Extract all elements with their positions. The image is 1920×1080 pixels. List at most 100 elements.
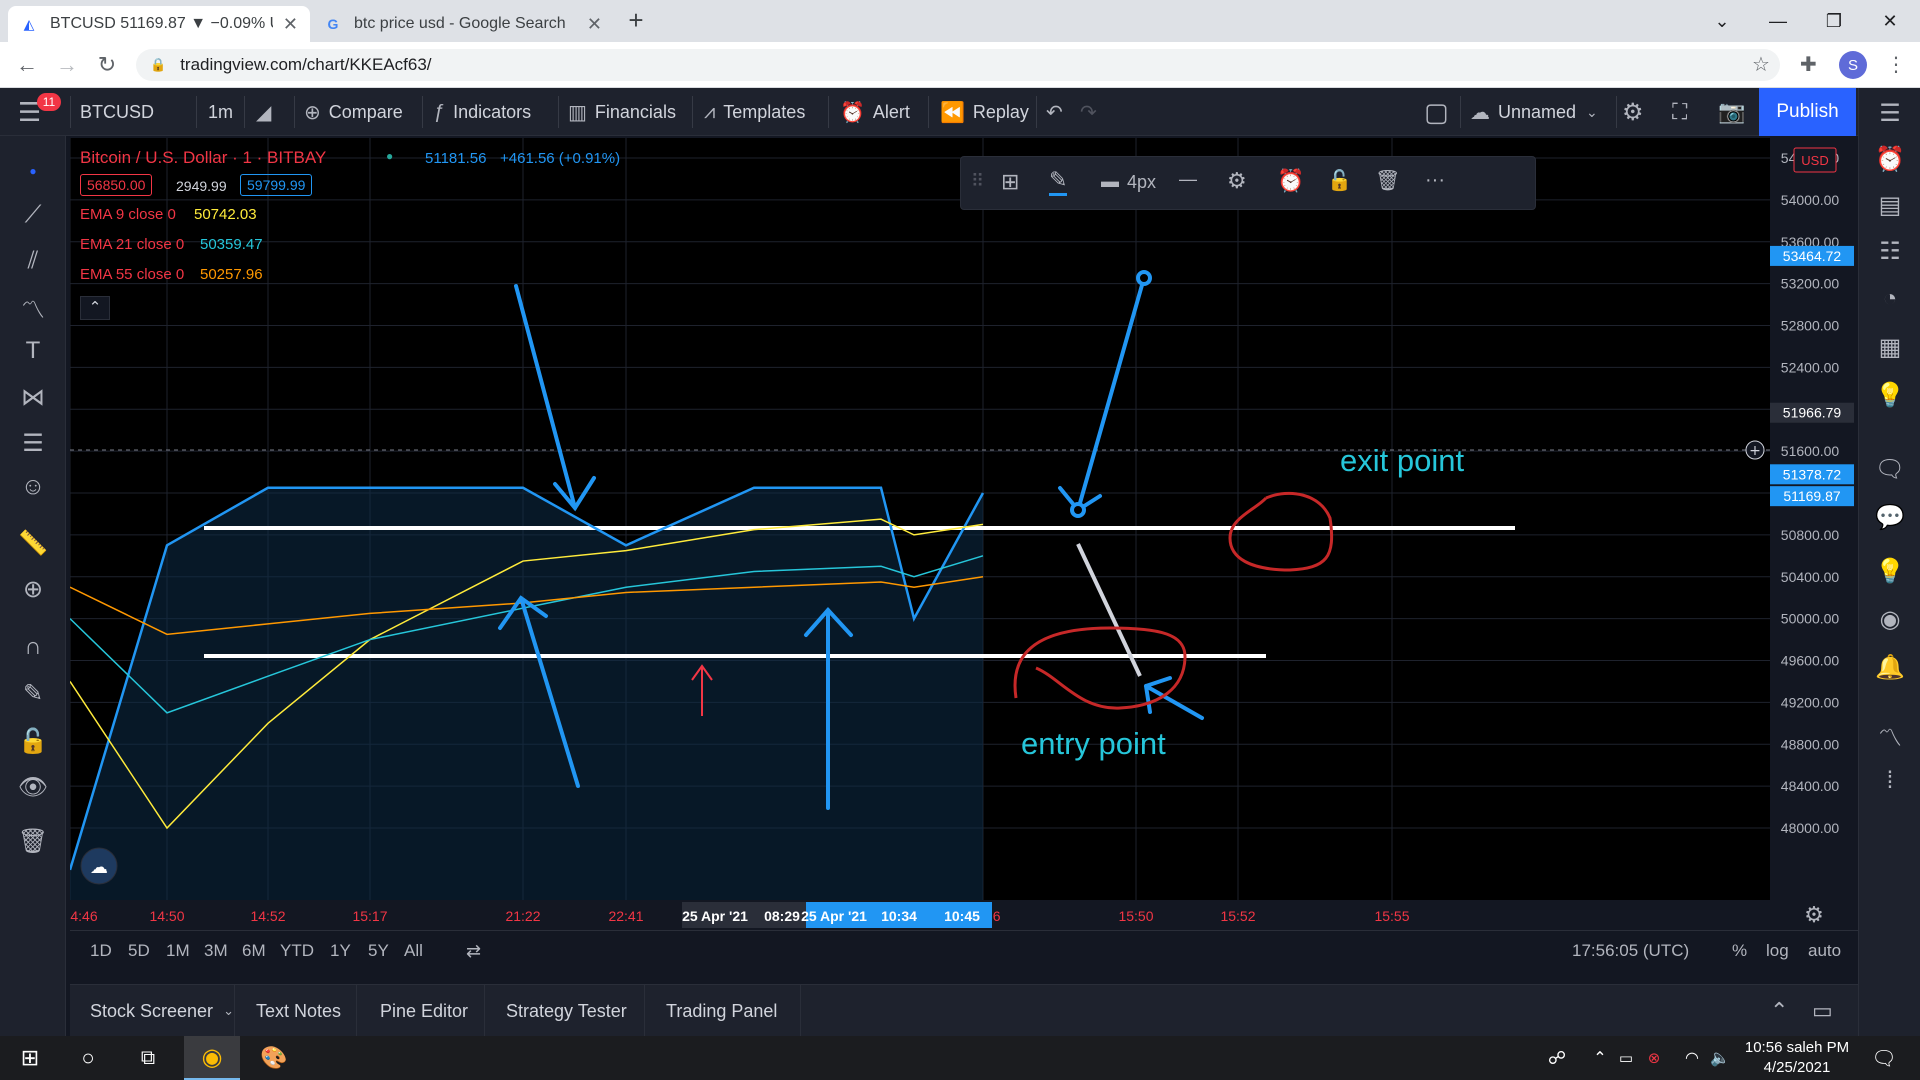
minimize-button[interactable]: —	[1750, 0, 1806, 42]
layout-select-button[interactable]: ▢	[1424, 88, 1457, 136]
new-tab-button[interactable]: +	[622, 5, 650, 35]
news-icon[interactable]: ☷	[1873, 234, 1907, 268]
tab-strategy-tester[interactable]: Strategy Tester	[506, 985, 627, 1037]
collapse-panel-icon[interactable]: ⌃	[1770, 985, 1788, 1037]
trash-icon[interactable]: 🗑	[18, 826, 48, 856]
chart-style-button[interactable]: ◢	[256, 88, 279, 136]
bookmark-star-icon[interactable]: ☆	[1752, 52, 1770, 77]
lock-drawing-icon[interactable]: ✎	[18, 678, 48, 708]
bid-price[interactable]: 56850.00	[80, 174, 153, 196]
text-tool-icon[interactable]: T	[18, 336, 48, 366]
indicators-button[interactable]: ƒ Indicators	[434, 88, 531, 136]
drawing-handle[interactable]	[1070, 502, 1086, 518]
templates-button[interactable]: ⩘ Templates	[704, 88, 805, 136]
add-alert-icon[interactable]: ⏰	[1277, 168, 1304, 194]
fullscreen-button[interactable]: ⛶	[1672, 88, 1695, 136]
ema21-label[interactable]: EMA 21 close 0	[80, 236, 184, 253]
symbol-search-button[interactable]: BTCUSD	[80, 88, 154, 136]
tab-pine-editor[interactable]: Pine Editor	[380, 985, 468, 1037]
interval-button[interactable]: 1m	[208, 88, 233, 136]
forward-button[interactable]: →	[52, 50, 82, 80]
close-icon[interactable]: ✕	[587, 14, 602, 35]
prediction-icon[interactable]: ⋈	[18, 382, 48, 412]
hotlist-icon[interactable]: ◔	[1873, 282, 1907, 316]
streams-icon[interactable]: 💡	[1873, 554, 1907, 588]
tab-search-icon[interactable]: ⌄	[1694, 0, 1750, 42]
chart-settings-button[interactable]: ⚙	[1622, 88, 1652, 136]
range-5d[interactable]: 5D	[128, 941, 150, 961]
emoji-icon[interactable]: ☺	[18, 472, 48, 502]
range-1y[interactable]: 1Y	[330, 941, 351, 961]
range-3m[interactable]: 3M	[204, 941, 228, 961]
gear-icon[interactable]: ⚙	[1227, 168, 1247, 194]
ema9-label[interactable]: EMA 9 close 0	[80, 206, 176, 223]
security-icon[interactable]: ⊗	[1642, 1036, 1666, 1080]
broadcast-icon[interactable]: ◉	[1873, 602, 1907, 636]
line-width-label[interactable]: 4px	[1127, 172, 1156, 193]
chart-pane[interactable]: exit point entry point 54400.0054000.005…	[68, 138, 1858, 930]
tab-stock-screener[interactable]: Stock Screener ⌄	[90, 985, 234, 1037]
alert-button[interactable]: ⏰ Alert	[840, 88, 910, 136]
fib-tool-icon[interactable]: ⫽	[18, 246, 48, 276]
more-grid-icon[interactable]: ⁞	[1873, 764, 1907, 798]
volume-icon[interactable]: 🔈	[1708, 1036, 1732, 1080]
range-1m[interactable]: 1M	[166, 941, 190, 961]
range-1d[interactable]: 1D	[90, 941, 112, 961]
browser-menu-icon[interactable]: ⋮	[1886, 52, 1906, 77]
collapse-legend-button[interactable]: ⌃	[80, 296, 110, 320]
snapshot-button[interactable]: 📷	[1718, 88, 1753, 136]
ema55-label[interactable]: EMA 55 close 0	[80, 266, 184, 283]
drag-handle-icon[interactable]: ⠿	[971, 171, 984, 192]
range-ytd[interactable]: YTD	[280, 941, 314, 961]
message-icon[interactable]: 💬	[1873, 500, 1907, 534]
extensions-icon[interactable]: ✚	[1800, 52, 1817, 77]
tray-chevron-icon[interactable]: ⌃	[1588, 1036, 1612, 1080]
entry-point-label[interactable]: entry point	[1021, 726, 1166, 761]
window-close-button[interactable]: ✕	[1862, 0, 1918, 42]
close-icon[interactable]: ✕	[283, 14, 298, 35]
chat-icon[interactable]: 🗨	[1873, 452, 1907, 486]
lock-icon[interactable]: 🔓	[1327, 168, 1352, 193]
chrome-taskbar-icon[interactable]: ◉	[184, 1036, 240, 1080]
watchlist-icon[interactable]: ☰	[1873, 96, 1907, 130]
task-view-icon[interactable]: ⧉	[126, 1036, 170, 1080]
pattern-icon[interactable]: 〽	[18, 292, 48, 324]
ideas-icon[interactable]: 💡	[1873, 378, 1907, 412]
calendar-icon[interactable]: ▦	[1873, 330, 1907, 364]
measure-icon[interactable]: ☰	[18, 428, 48, 458]
windows-start-icon[interactable]: ⊞	[8, 1036, 52, 1080]
range-all[interactable]: All	[404, 941, 423, 961]
more-icon[interactable]: ···	[1425, 169, 1445, 192]
search-circle-icon[interactable]: ○	[66, 1036, 110, 1080]
cursor-dot-icon[interactable]: ●	[18, 156, 48, 186]
eye-icon[interactable]: 👁	[18, 772, 48, 802]
compare-button[interactable]: ⊕ Compare	[304, 88, 403, 136]
lock-icon[interactable]: 🔓	[18, 726, 48, 756]
profile-avatar[interactable]: S	[1839, 51, 1867, 79]
browser-tab-google[interactable]: G btc price usd - Google Search ✕	[312, 6, 614, 42]
exit-point-label[interactable]: exit point	[1340, 443, 1464, 478]
tab-trading-panel[interactable]: Trading Panel	[666, 985, 777, 1037]
axis-settings-gear-icon[interactable]: ⚙	[1804, 903, 1824, 928]
magnet-icon[interactable]: ∩	[18, 632, 48, 662]
price-chart[interactable]: exit point entry point 54400.0054000.005…	[68, 138, 1858, 930]
drawing-handle[interactable]	[1136, 270, 1152, 286]
goto-date-icon[interactable]: ⇄	[466, 941, 481, 962]
chart-pattern-icon[interactable]: 〽	[1873, 718, 1907, 752]
tab-text-notes[interactable]: Text Notes	[256, 985, 341, 1037]
wifi-icon[interactable]: ◠	[1680, 1036, 1704, 1080]
data-window-icon[interactable]: ▤	[1873, 188, 1907, 222]
zoom-in-icon[interactable]: ⊕	[18, 574, 48, 604]
symbol-legend-title[interactable]: Bitcoin / U.S. Dollar · 1 · BITBAY	[80, 148, 326, 168]
reload-button[interactable]: ↻	[92, 50, 122, 80]
financials-button[interactable]: ▥ Financials	[568, 88, 676, 136]
templates-grid-icon[interactable]: ⊞	[1001, 169, 1019, 195]
trash-icon[interactable]: 🗑	[1375, 168, 1400, 193]
alerts-clock-icon[interactable]: ⏰	[1873, 142, 1907, 176]
publish-button[interactable]: Publish	[1759, 88, 1856, 136]
log-toggle[interactable]: log	[1766, 941, 1789, 961]
back-button[interactable]: ←	[12, 50, 42, 80]
maximize-button[interactable]: ❐	[1806, 0, 1862, 42]
range-5y[interactable]: 5Y	[368, 941, 389, 961]
notifications-bell-icon[interactable]: 🔔	[1873, 650, 1907, 684]
